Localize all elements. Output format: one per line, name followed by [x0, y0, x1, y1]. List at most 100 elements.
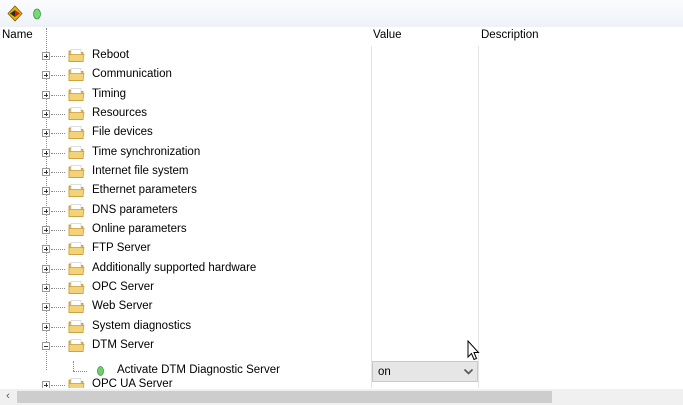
- expand-icon[interactable]: [42, 168, 50, 176]
- tree-item-label: File devices: [92, 126, 153, 138]
- tree-item-label: Additionally supported hardware: [92, 262, 257, 274]
- folder-icon: [68, 339, 85, 352]
- expand-icon[interactable]: [42, 91, 50, 99]
- column-header-name[interactable]: Name: [2, 29, 33, 41]
- expand-icon[interactable]: [42, 129, 50, 137]
- tree-connector: [51, 288, 65, 289]
- folder-icon: [68, 88, 85, 101]
- tree-connector: [51, 133, 65, 134]
- tree-item-label: System diagnostics: [92, 320, 192, 332]
- folder-icon: [68, 281, 85, 294]
- tree-connector: [51, 191, 65, 192]
- column-header-description[interactable]: Description: [481, 29, 539, 41]
- folder-icon: [68, 146, 85, 159]
- folder-icon: [68, 378, 85, 388]
- expand-icon[interactable]: [42, 71, 50, 79]
- tree-connector: [51, 211, 65, 212]
- tree-item-label: Reboot: [92, 49, 130, 61]
- tree-row[interactable]: Reboot: [0, 47, 683, 66]
- chevron-down-icon[interactable]: [463, 367, 474, 376]
- tree-connector: [51, 114, 65, 115]
- expand-icon[interactable]: [42, 52, 50, 60]
- column-header: Name Value Description: [0, 28, 683, 46]
- tree-connector: [73, 361, 74, 371]
- folder-icon: [68, 204, 85, 217]
- tree-row[interactable]: OPC Server: [0, 279, 683, 298]
- tree-row[interactable]: Time synchronization: [0, 144, 683, 163]
- tree-item-label: Web Server: [92, 300, 153, 312]
- expand-icon[interactable]: [42, 245, 50, 253]
- tree-connector: [51, 56, 65, 57]
- scrollbar-thumb[interactable]: [17, 391, 552, 403]
- navigate-icon[interactable]: [6, 5, 24, 22]
- tree-connector: [51, 307, 65, 308]
- tree-row[interactable]: Online parameters: [0, 221, 683, 240]
- tree-item-label: Ethernet parameters: [92, 184, 197, 196]
- folder-icon: [68, 262, 85, 275]
- expand-icon[interactable]: [42, 207, 50, 215]
- tree-connector: [51, 385, 65, 386]
- expand-icon[interactable]: [42, 303, 50, 311]
- tree-item-label: Timing: [92, 88, 127, 100]
- horizontal-scrollbar[interactable]: ‹: [0, 389, 683, 405]
- tree-item-label: Online parameters: [92, 223, 187, 235]
- folder-icon: [68, 184, 85, 197]
- folder-icon: [68, 107, 85, 120]
- scroll-left-icon[interactable]: ‹: [0, 389, 16, 405]
- folder-icon: [68, 242, 85, 255]
- expand-icon[interactable]: [42, 187, 50, 195]
- expand-icon[interactable]: [42, 323, 50, 331]
- tree-item-label: OPC UA Server: [92, 378, 173, 388]
- tree-item-label: Time synchronization: [92, 146, 201, 158]
- collapse-icon[interactable]: [42, 342, 50, 350]
- tree-row[interactable]: Resources: [0, 105, 683, 124]
- dtm-green-icon[interactable]: [28, 5, 46, 22]
- expand-icon[interactable]: [42, 284, 50, 292]
- parameter-icon: [97, 366, 104, 376]
- expand-icon[interactable]: [42, 265, 50, 273]
- tree-connector: [51, 172, 65, 173]
- folder-icon: [68, 300, 85, 313]
- expand-icon[interactable]: [42, 110, 50, 118]
- folder-icon: [68, 126, 85, 139]
- tree-row[interactable]: Web Server: [0, 298, 683, 317]
- value-dropdown-selected: on: [378, 366, 391, 378]
- tree-row[interactable]: Additionally supported hardware: [0, 260, 683, 279]
- folder-icon: [68, 223, 85, 236]
- column-header-value[interactable]: Value: [373, 29, 402, 41]
- tree-connector: [51, 327, 65, 328]
- tree-item-label: FTP Server: [92, 242, 151, 254]
- tree-row[interactable]: OPC UA Server: [0, 376, 683, 388]
- tree-row[interactable]: DNS parameters: [0, 202, 683, 221]
- tree-row[interactable]: Internet file system: [0, 163, 683, 182]
- tree-connector: [51, 95, 65, 96]
- tree-connector: [51, 346, 65, 347]
- tree-item-activate-dtm-diagnostic-server[interactable]: Activate DTM Diagnostic Server: [117, 364, 280, 376]
- tree-row[interactable]: Communication: [0, 66, 683, 85]
- tree-row[interactable]: Timing: [0, 86, 683, 105]
- tree-item-label: Internet file system: [92, 165, 189, 177]
- tree-item-label: Resources: [92, 107, 147, 119]
- parameter-grid: Name Value Description Reboot Communicati…: [0, 28, 683, 388]
- expand-icon[interactable]: [42, 149, 50, 157]
- mouse-cursor-icon: [467, 340, 480, 361]
- tree-connector: [51, 269, 65, 270]
- tree-connector: [51, 153, 65, 154]
- tree-connector: [51, 249, 65, 250]
- value-dropdown[interactable]: on: [372, 361, 478, 382]
- tree-item-label: DTM Server: [92, 339, 154, 351]
- folder-icon: [68, 49, 85, 62]
- toolbar: [0, 0, 683, 27]
- expand-icon[interactable]: [42, 226, 50, 234]
- tree-row[interactable]: DTM Server: [0, 337, 683, 356]
- expand-icon[interactable]: [42, 381, 50, 388]
- folder-icon: [68, 68, 85, 81]
- tree-item-label: Communication: [92, 68, 172, 80]
- folder-icon: [68, 165, 85, 178]
- folder-icon: [68, 320, 85, 333]
- tree-row[interactable]: FTP Server: [0, 240, 683, 259]
- tree-row[interactable]: System diagnostics: [0, 318, 683, 337]
- tree-row[interactable]: Ethernet parameters: [0, 182, 683, 201]
- tree-connector: [73, 371, 87, 372]
- tree-row[interactable]: File devices: [0, 124, 683, 143]
